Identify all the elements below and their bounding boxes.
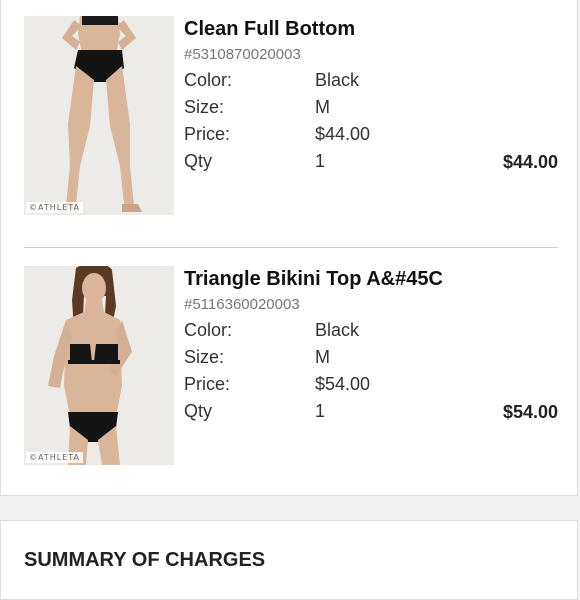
qty-row: Qty 1 $54.00 (184, 401, 558, 425)
order-items-card: ©ATHLETA Clean Full Bottom #531087002000… (0, 0, 578, 496)
price-row: Price: $44.00 (184, 124, 558, 148)
product-name[interactable]: Clean Full Bottom (184, 18, 355, 41)
color-row: Color: Black (184, 320, 558, 344)
summary-title: SUMMARY OF CHARGES (24, 549, 266, 571)
price-value: $44.00 (315, 124, 371, 144)
size-row: Size: M (184, 347, 558, 371)
size-row: Size: M (184, 97, 558, 121)
line-total: $54.00 (502, 402, 558, 422)
brand-watermark: ©ATHLETA (26, 202, 84, 213)
product-image-triangle-bikini-top[interactable]: ©ATHLETA (24, 266, 174, 465)
color-label: Color: (184, 320, 233, 340)
price-value: $54.00 (315, 374, 371, 394)
product-name[interactable]: Triangle Bikini Top A&#45C (184, 268, 443, 291)
color-value: Black (315, 320, 360, 340)
qty-row: Qty 1 $44.00 (184, 151, 558, 175)
qty-label: Qty (184, 401, 213, 421)
color-row: Color: Black (184, 70, 558, 94)
line-total: $44.00 (502, 152, 558, 172)
qty-label: Qty (184, 151, 213, 171)
size-label: Size: (184, 97, 225, 117)
brand-watermark: ©ATHLETA (26, 452, 84, 463)
price-label: Price: (184, 374, 231, 394)
product-sku: #5116360020003 (184, 296, 300, 313)
qty-value: 1 (315, 151, 326, 171)
size-label: Size: (184, 347, 225, 367)
product-sku: #5310870020003 (184, 46, 301, 63)
item-divider (24, 247, 558, 248)
size-value: M (315, 347, 330, 367)
price-row: Price: $54.00 (184, 374, 558, 398)
qty-value: 1 (315, 401, 326, 421)
product-image-clean-full-bottom[interactable]: ©ATHLETA (24, 16, 174, 215)
price-label: Price: (184, 124, 231, 144)
color-value: Black (315, 70, 360, 90)
summary-of-charges-card: SUMMARY OF CHARGES (0, 520, 578, 600)
size-value: M (315, 97, 330, 117)
color-label: Color: (184, 70, 233, 90)
